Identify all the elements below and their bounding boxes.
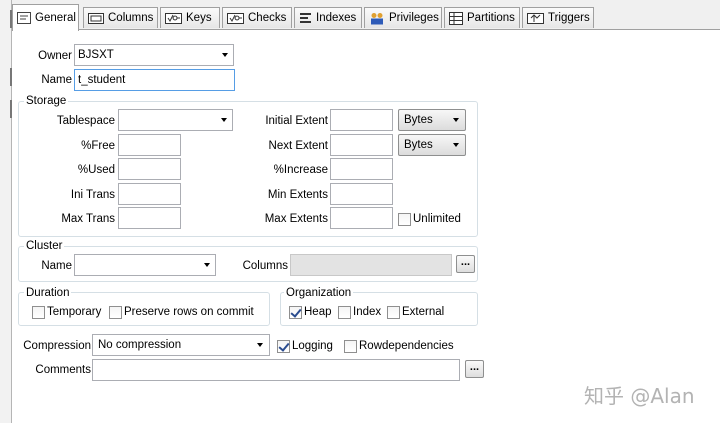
chevron-down-icon[interactable] [221, 118, 227, 122]
partitions-tab-icon [449, 11, 463, 25]
chevron-down-icon[interactable] [453, 118, 459, 122]
storage-group-title: Storage [24, 94, 69, 108]
max-extents-input[interactable] [330, 207, 393, 229]
columns-tab-icon [88, 12, 104, 24]
cluster-name-select[interactable] [74, 254, 216, 276]
organization-group-title: Organization [284, 286, 354, 300]
chevron-down-icon[interactable] [204, 263, 210, 267]
cluster-columns-browse-button[interactable]: ... [456, 255, 475, 273]
tab-checks[interactable]: Checks [222, 7, 292, 28]
tab-columns[interactable]: Columns [83, 7, 158, 28]
preserve-rows-label: Preserve rows on commit [124, 306, 254, 318]
tab-privileges[interactable]: Privileges [364, 7, 442, 28]
heap-label: Heap [304, 306, 332, 318]
tab-label: Triggers [548, 12, 590, 24]
tab-label: Columns [108, 12, 154, 24]
pct-free-label: %Free [81, 140, 115, 152]
indexes-tab-icon [300, 13, 311, 23]
owner-label: Owner [38, 50, 72, 62]
tab-indexes[interactable]: Indexes [294, 7, 362, 28]
temporary-checkbox[interactable] [32, 306, 45, 319]
tab-triggers[interactable]: Triggers [522, 7, 594, 28]
logging-label: Logging [292, 340, 333, 352]
pct-increase-label: %Increase [273, 164, 328, 176]
watermark-text: 知乎 @Alan [584, 384, 695, 408]
index-checkbox[interactable] [338, 306, 351, 319]
temporary-label: Temporary [47, 306, 102, 318]
next-extent-unit-select[interactable]: Bytes [398, 134, 466, 156]
checks-tab-icon [227, 12, 244, 24]
next-extent-input[interactable] [330, 134, 393, 156]
unlimited-checkbox[interactable] [398, 213, 411, 226]
preserve-rows-checkbox[interactable] [109, 306, 122, 319]
max-trans-label: Max Trans [61, 213, 115, 225]
external-label: External [402, 306, 445, 318]
index-label: Index [353, 306, 382, 318]
tablespace-label: Tablespace [56, 115, 115, 127]
unlimited-label: Unlimited [413, 213, 461, 225]
min-extents-label: Min Extents [267, 189, 328, 201]
pct-used-label: %Used [77, 164, 115, 176]
triggers-tab-icon [527, 12, 544, 24]
pct-free-input[interactable] [118, 134, 181, 156]
tab-label: Checks [248, 12, 287, 24]
cluster-columns-input[interactable] [290, 254, 452, 276]
owner-select[interactable]: BJSXT [74, 44, 234, 66]
max-trans-input[interactable] [118, 207, 181, 229]
chevron-down-icon[interactable] [222, 53, 228, 57]
comments-input[interactable] [92, 359, 460, 381]
name-label: Name [41, 74, 72, 86]
general-tab-panel: Owner BJSXT Name t_student Storage Table… [12, 30, 720, 423]
ellipsis-icon: ... [469, 361, 480, 373]
cluster-group-title: Cluster [24, 239, 65, 253]
tab-label: Indexes [316, 12, 357, 24]
min-extents-input[interactable] [330, 183, 393, 205]
comments-label: Comments [35, 364, 91, 376]
pct-used-input[interactable] [118, 158, 181, 180]
chevron-down-icon[interactable] [257, 343, 263, 347]
cluster-name-label: Name [41, 260, 72, 272]
logging-checkbox[interactable] [277, 340, 290, 353]
tab-label: General [35, 12, 76, 24]
cluster-columns-label: Columns [242, 260, 288, 272]
next-extent-unit-value: Bytes [404, 139, 433, 151]
tab-general[interactable]: General [12, 4, 79, 31]
initial-extent-unit-value: Bytes [404, 114, 433, 126]
ini-trans-label: Ini Trans [70, 189, 115, 201]
compression-value: No compression [98, 339, 182, 351]
duration-group-title: Duration [24, 286, 72, 300]
rowdependencies-label: Rowdependencies [359, 340, 454, 352]
compression-select[interactable]: No compression [92, 334, 270, 356]
tab-label: Privileges [389, 12, 439, 24]
chevron-down-icon[interactable] [453, 143, 459, 147]
heap-checkbox[interactable] [289, 306, 302, 319]
tablespace-select[interactable] [118, 109, 233, 131]
tab-strip: General Columns Keys Checks Indexes Priv… [12, 0, 720, 31]
next-extent-label: Next Extent [268, 140, 328, 152]
tab-keys[interactable]: Keys [160, 7, 220, 28]
external-checkbox[interactable] [387, 306, 400, 319]
tab-label: Partitions [467, 12, 515, 24]
privileges-tab-icon [371, 12, 383, 24]
initial-extent-label: Initial Extent [265, 115, 328, 127]
pct-increase-input[interactable] [330, 158, 393, 180]
rowdependencies-checkbox[interactable] [344, 340, 357, 353]
initial-extent-input[interactable] [330, 109, 393, 131]
owner-value: BJSXT [78, 49, 114, 61]
ellipsis-icon: ... [460, 256, 471, 268]
tab-label: Keys [186, 12, 212, 24]
ini-trans-input[interactable] [118, 183, 181, 205]
general-tab-icon [17, 12, 31, 24]
initial-extent-unit-select[interactable]: Bytes [398, 109, 466, 131]
keys-tab-icon [165, 12, 182, 24]
table-name-input[interactable]: t_student [74, 69, 235, 91]
compression-label: Compression [23, 340, 91, 352]
left-pane-edge [0, 0, 12, 423]
tab-partitions[interactable]: Partitions [444, 7, 520, 28]
comments-browse-button[interactable]: ... [465, 360, 484, 378]
max-extents-label: Max Extents [264, 213, 328, 225]
table-name-value: t_student [78, 74, 126, 86]
